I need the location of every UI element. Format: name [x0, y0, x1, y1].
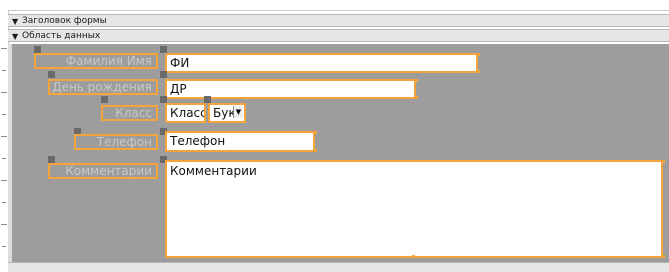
- label-birthday[interactable]: День рождения: [48, 79, 158, 95]
- resize-handle[interactable]: [662, 160, 665, 163]
- resize-handle[interactable]: [477, 70, 480, 73]
- design-grid[interactable]: Фамилия Имя ФИ День рождения ДР Класс Кл…: [12, 44, 669, 262]
- move-handle[interactable]: [160, 96, 167, 103]
- label-comments[interactable]: Комментарии: [48, 163, 158, 179]
- move-handle[interactable]: [34, 46, 41, 53]
- move-handle[interactable]: [48, 71, 55, 78]
- chevron-down-icon[interactable]: ▼: [233, 106, 243, 118]
- move-handle[interactable]: [48, 156, 55, 163]
- resize-handle[interactable]: [412, 255, 415, 258]
- move-handle[interactable]: [101, 96, 108, 103]
- label-phone[interactable]: Телефон: [74, 134, 158, 150]
- data-area-title: Область данных: [22, 31, 101, 41]
- move-handle[interactable]: [160, 46, 167, 53]
- resize-handle[interactable]: [477, 53, 480, 56]
- form-header-title: Заголовок формы: [22, 16, 107, 26]
- field-class[interactable]: Класс: [165, 103, 206, 123]
- triangle-down-icon: ▼: [12, 17, 19, 26]
- field-birthday[interactable]: ДР: [165, 79, 416, 99]
- resize-handle[interactable]: [415, 79, 418, 82]
- resize-handle[interactable]: [662, 255, 665, 258]
- letter-combobox[interactable]: Бук ▼: [208, 103, 246, 123]
- form-header-section-bar[interactable]: ▼ Заголовок формы: [8, 14, 669, 27]
- field-phone[interactable]: Телефон: [165, 131, 315, 152]
- field-comments[interactable]: Комментарии: [165, 160, 663, 258]
- move-handle[interactable]: [204, 96, 211, 103]
- data-area-section-bar[interactable]: ▼ Область данных: [8, 29, 669, 42]
- move-handle[interactable]: [160, 71, 167, 78]
- resize-handle[interactable]: [314, 149, 317, 152]
- field-surname[interactable]: ФИ: [165, 53, 478, 73]
- triangle-down-icon: ▼: [12, 32, 19, 41]
- resize-handle[interactable]: [314, 131, 317, 134]
- label-class[interactable]: Класс: [101, 105, 158, 121]
- top-ruler-strip: [8, 0, 669, 11]
- resize-handle[interactable]: [415, 96, 418, 99]
- label-surname[interactable]: Фамилия Имя: [34, 53, 158, 69]
